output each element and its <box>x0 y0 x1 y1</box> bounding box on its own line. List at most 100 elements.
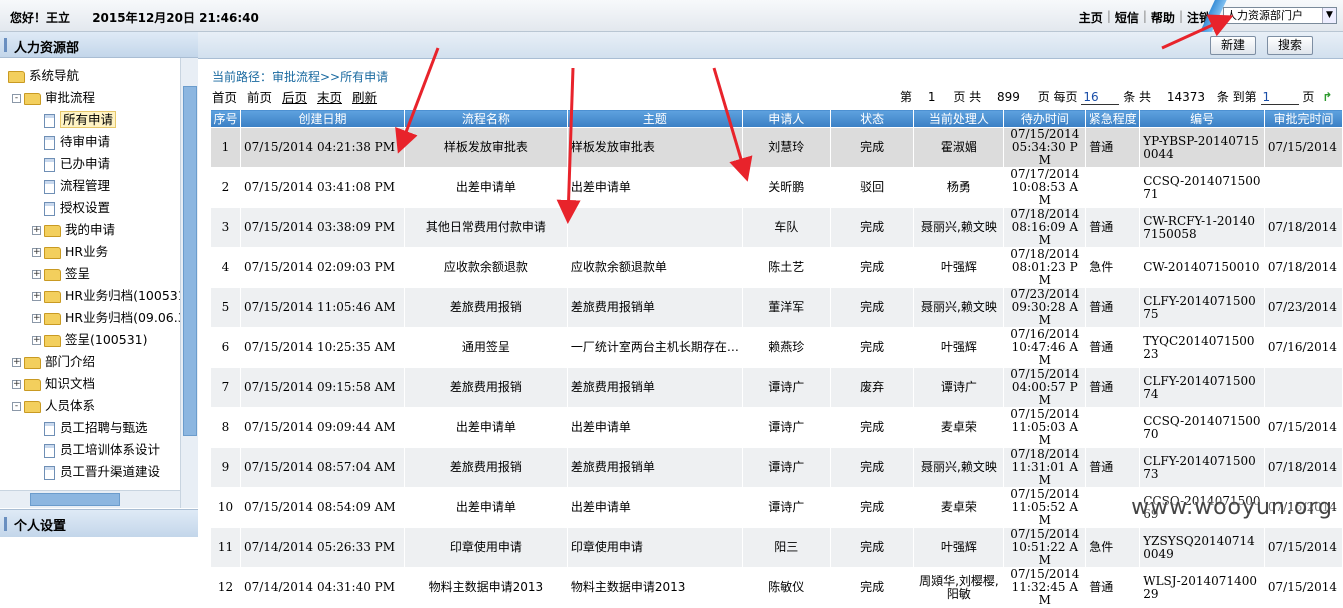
table-cell: 样板发放审批表 <box>403 127 568 168</box>
column-header[interactable]: 当前处理人 <box>913 109 1005 128</box>
expand-icon[interactable]: + <box>32 226 41 235</box>
tree-item[interactable]: 员工晋升渠道建设 <box>32 462 160 482</box>
column-header[interactable]: 状态 <box>829 109 915 128</box>
table-cell: 07/15/2014 11:05:46 AM <box>239 287 405 328</box>
search-button[interactable]: 搜索 <box>1267 36 1313 55</box>
refresh-link[interactable]: 刷新 <box>352 90 377 105</box>
column-header[interactable]: 申请人 <box>741 109 831 128</box>
collapse-icon[interactable]: - <box>12 402 21 411</box>
tree-item[interactable]: 员工培训体系设计 <box>32 440 160 460</box>
left-panel-title: 人力资源部 <box>14 41 80 56</box>
folder-icon <box>44 224 61 237</box>
tree-item-label: 员工晋升渠道建设 <box>60 464 161 479</box>
tree-item[interactable]: + HR业务 <box>32 242 108 262</box>
column-header[interactable]: 序号 <box>210 109 241 128</box>
expand-icon[interactable]: + <box>32 336 41 345</box>
tree-item[interactable]: 员工招聘与甄选 <box>32 418 148 438</box>
expand-icon[interactable]: + <box>32 248 41 257</box>
column-header[interactable]: 紧急程度 <box>1085 109 1141 128</box>
tree-item[interactable]: + 我的申请 <box>32 220 115 240</box>
goto-page-input[interactable]: 1 <box>1260 90 1299 105</box>
table-cell: 周熲华,刘樱樱,阳敏 <box>913 567 1005 608</box>
table-cell: 出差申请单 <box>403 407 568 448</box>
tree-item[interactable]: - 人员体系 <box>12 396 95 416</box>
folder-icon <box>44 268 61 281</box>
table-cell: 陈土艺 <box>741 247 831 288</box>
tree-item[interactable]: + HR业务归档(100531) <box>32 286 180 306</box>
first-page-link[interactable]: 首页 <box>212 90 237 105</box>
expand-icon[interactable]: + <box>32 292 41 301</box>
portal-select-value: 人力资源部门户 <box>1226 9 1303 22</box>
tree-item-label: 流程管理 <box>60 178 111 193</box>
tree-item[interactable]: 待审申请 <box>32 132 110 152</box>
left-panel-footer[interactable]: 个人设置 <box>0 509 198 537</box>
table-row[interactable]: 11 07/14/2014 05:26:33 PM 印章使用申请 印章使用申请 阳三 完成… <box>210 527 1343 568</box>
tree-item[interactable]: + 签呈(100531) <box>32 330 147 350</box>
table-cell: 07/15/2014 11:05:03 AM <box>1003 407 1087 448</box>
tree-item[interactable]: 授权设置 <box>32 198 110 218</box>
expand-icon[interactable]: + <box>12 380 21 389</box>
table-cell: 聂丽兴,赖文映 <box>913 447 1005 488</box>
request-table: 序号 创建日期 流程名称 主题 申请人 状态 当前处理人 待办时间 紧急程度 编号 审批完时间 10… <box>210 109 1343 608</box>
table-cell: 07/18/2014 08:01:23 PM <box>1003 247 1087 288</box>
prev-page-link[interactable]: 前页 <box>247 90 272 105</box>
tree-item[interactable]: 所有申请 <box>32 110 117 130</box>
home-link[interactable]: 主页 <box>1079 9 1103 26</box>
table-cell: 07/23/2014 <box>1263 287 1343 328</box>
table-row[interactable]: 5 07/15/2014 11:05:46 AM 差旅费用报销 差旅费用报销单 董洋军完… <box>210 287 1343 328</box>
tree-item[interactable]: 系统导航 <box>8 66 79 86</box>
tree-item[interactable]: 已办申请 <box>32 154 110 174</box>
column-header[interactable]: 审批完时间 <box>1263 109 1343 128</box>
table-cell: 12 <box>210 567 241 608</box>
messages-link[interactable]: 短信 <box>1115 9 1139 26</box>
tree-item-label: 人员体系 <box>45 398 96 413</box>
go-arrow-icon[interactable]: ↱ <box>1322 90 1332 104</box>
table-cell: YZSYSQ201407140049 <box>1139 527 1265 568</box>
tree-item[interactable]: - 审批流程 <box>12 88 95 108</box>
new-button[interactable]: 新建 <box>1210 36 1256 55</box>
table-cell: 6 <box>210 327 241 368</box>
column-header[interactable]: 待办时间 <box>1003 109 1087 128</box>
table-cell: 叶强辉 <box>913 327 1005 368</box>
scrollbar-thumb[interactable] <box>183 86 197 436</box>
goto-suffix: 页 <box>1302 90 1315 104</box>
table-row[interactable]: 1 07/15/2014 04:21:38 PM 样板发放审批表 样板发放审批表 刘慧玲… <box>210 127 1343 168</box>
portal-select[interactable]: 人力资源部门户 ▼ <box>1223 7 1337 24</box>
chevron-down-icon[interactable]: ▼ <box>1322 8 1336 23</box>
current-page: 1 <box>927 90 936 104</box>
table-row[interactable]: 12 07/14/2014 04:31:40 PM 物料主数据申请2013 物料主数据… <box>210 567 1343 608</box>
column-header[interactable]: 主题 <box>566 109 743 128</box>
tree-item[interactable]: + 部门介绍 <box>12 352 95 372</box>
tree-horizontal-scrollbar[interactable] <box>0 490 180 508</box>
column-header[interactable]: 编号 <box>1139 109 1265 128</box>
expand-icon[interactable]: + <box>32 314 41 323</box>
document-icon <box>44 443 55 458</box>
tree-vertical-scrollbar[interactable] <box>180 58 198 508</box>
table-row[interactable]: 9 07/15/2014 08:57:04 AM 差旅费用报销 差旅费用报销单 谭诗广完… <box>210 447 1343 488</box>
tree-item[interactable]: + 签呈 <box>32 264 90 284</box>
table-row[interactable]: 4 07/15/2014 02:09:03 PM 应收款余额退款 应收款余额退款单 陈土… <box>210 247 1343 288</box>
tree-item-label: 部门介绍 <box>45 354 96 369</box>
table-row[interactable]: 7 07/15/2014 09:15:58 AM 差旅费用报销 差旅费用报销单 谭诗广废… <box>210 367 1343 408</box>
tree-item[interactable]: + HR业务归档(09.06.30 <box>32 308 180 328</box>
table-row[interactable]: 6 07/15/2014 10:25:35 AM 通用签呈 一厂统计室两台主机长期存在… <box>210 327 1343 368</box>
column-header[interactable]: 流程名称 <box>403 109 568 128</box>
tree-item[interactable]: 流程管理 <box>32 176 110 196</box>
document-icon <box>44 113 55 128</box>
column-header[interactable]: 创建日期 <box>239 109 405 128</box>
table-row[interactable]: 8 07/15/2014 09:09:44 AM 出差申请单 出差申请单 谭诗广 完成 麦卓… <box>210 407 1343 448</box>
expand-icon[interactable]: + <box>12 358 21 367</box>
scrollbar-thumb[interactable] <box>30 493 120 506</box>
table-row[interactable]: 3 07/15/2014 03:38:09 PM 其他日常费用付款申请 车队 完成 聂丽兴… <box>210 207 1343 248</box>
help-link[interactable]: 帮助 <box>1151 9 1175 26</box>
collapse-icon[interactable]: - <box>12 94 21 103</box>
tree-item[interactable]: + 知识文档 <box>12 374 95 394</box>
table-cell: 07/15/2014 10:51:22 AM <box>1003 527 1087 568</box>
left-panel-header[interactable]: 人力资源部 <box>0 32 198 58</box>
next-page-link[interactable]: 后页 <box>282 90 307 105</box>
per-page-input[interactable]: 16 <box>1081 90 1120 105</box>
last-page-link[interactable]: 末页 <box>317 90 342 105</box>
expand-icon[interactable]: + <box>32 270 41 279</box>
table-cell: 急件 <box>1085 527 1141 568</box>
table-row[interactable]: 2 07/15/2014 03:41:08 PM 出差申请单 出差申请单 关昕鹏 驳回 杨勇… <box>210 167 1343 208</box>
